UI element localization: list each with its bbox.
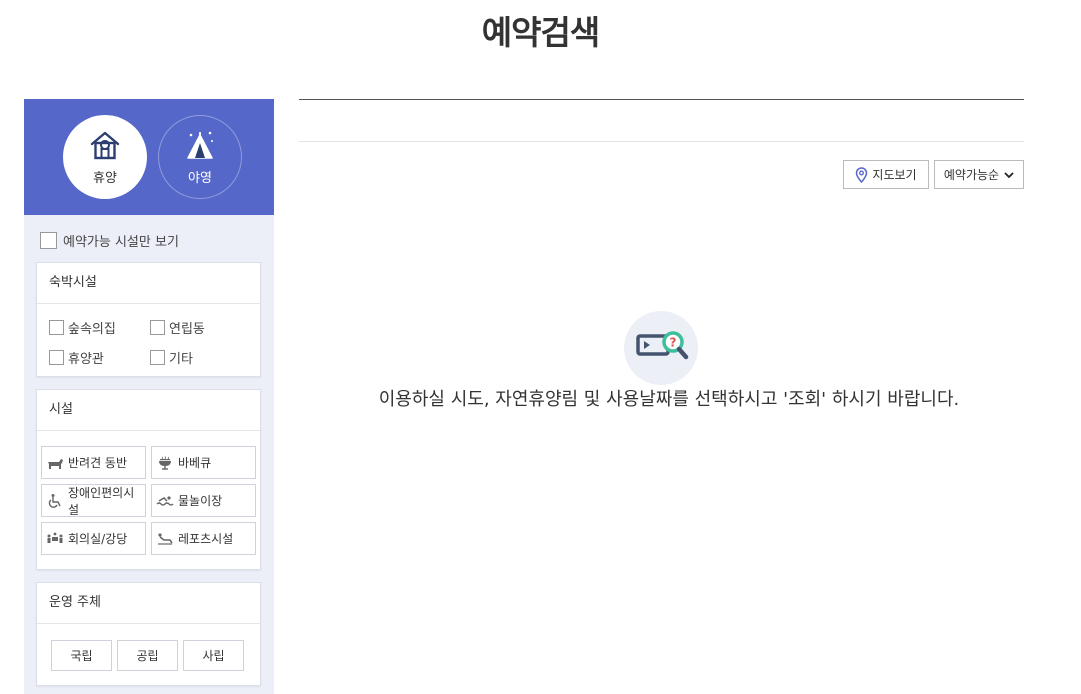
facility-sports-button[interactable]: 레포츠시설 — [151, 522, 256, 555]
meeting-icon — [47, 532, 63, 543]
map-pin-icon — [856, 166, 868, 183]
grill-icon — [159, 455, 171, 470]
facility-pet-button[interactable]: 반려견 동반 — [41, 446, 146, 479]
lodging-option[interactable]: 휴양관 — [49, 348, 104, 367]
sports-icon — [158, 532, 173, 545]
lodging-filter-panel: 숙박시설 숲속의집 연립동 휴양관 기타 — [36, 262, 261, 377]
facility-water-play-button[interactable]: 물놀이장 — [151, 484, 256, 517]
lodging-option-label: 기타 — [169, 352, 193, 367]
dog-icon — [47, 458, 63, 469]
map-view-button[interactable]: 지도보기 — [843, 160, 929, 189]
facility-accessible-button[interactable]: 장애인편의시설 — [41, 484, 146, 517]
house-icon — [90, 131, 120, 159]
lodging-option-label: 연립동 — [169, 322, 205, 337]
results-top-divider — [299, 99, 1024, 100]
available-only-toggle[interactable]: 예약가능 시설만 보기 — [40, 231, 179, 250]
operator-national-button[interactable]: 국립 — [51, 640, 112, 671]
lodging-checkbox[interactable] — [150, 350, 165, 365]
facility-bbq-button[interactable]: 바베큐 — [151, 446, 256, 479]
mode-switcher: 휴양 야영 — [24, 99, 274, 215]
lodging-option[interactable]: 기타 — [150, 348, 193, 367]
mode-camp-button[interactable]: 야영 — [158, 115, 242, 199]
facility-meeting-button[interactable]: 회의실/강당 — [41, 522, 146, 555]
lodging-checkbox[interactable] — [49, 320, 64, 335]
lodging-option-label: 휴양관 — [68, 352, 104, 367]
facility-filter-title: 시설 — [37, 390, 260, 431]
facility-label: 레포츠시설 — [178, 532, 234, 546]
operator-private-button[interactable]: 사립 — [183, 640, 244, 671]
operator-filter-title: 운영 주체 — [37, 583, 260, 624]
facility-label: 바베큐 — [178, 456, 212, 470]
page-title: 예약검색 — [481, 13, 600, 52]
lodging-filter-title: 숙박시설 — [37, 263, 260, 304]
lodging-option-label: 숲속의집 — [68, 322, 116, 337]
chevron-down-icon — [1004, 171, 1014, 178]
sort-order-value: 예약가능순 — [943, 168, 1000, 182]
mode-rest-button[interactable]: 휴양 — [63, 115, 147, 199]
swimming-icon — [156, 495, 174, 506]
search-help-icon: ? — [636, 331, 689, 360]
facility-label: 장애인편의시설 — [68, 485, 135, 517]
available-only-label: 예약가능 시설만 보기 — [63, 235, 179, 250]
lodging-checkbox[interactable] — [49, 350, 64, 365]
facility-filter-panel: 시설 반려견 동반 바베큐 장애인편의시설 물놀이장 회의실/강당 레포츠시설 — [36, 389, 261, 570]
mode-label: 휴양 — [93, 170, 117, 186]
filter-sidebar: 휴양 야영 예약가능 시설만 보기 숙박시설 숲속의집 연립동 휴양관 기타 시… — [24, 99, 274, 694]
empty-state-icon-wrap: ? — [624, 311, 698, 385]
operator-filter-panel: 운영 주체 국립 공립 사립 — [36, 582, 261, 686]
facility-label: 회의실/강당 — [68, 532, 128, 546]
mode-label: 야영 — [188, 170, 212, 186]
facility-label: 반려견 동반 — [68, 456, 128, 470]
available-only-checkbox[interactable] — [40, 232, 57, 249]
lodging-checkbox[interactable] — [150, 320, 165, 335]
sort-order-select[interactable]: 예약가능순 — [934, 160, 1024, 189]
lodging-option[interactable]: 숲속의집 — [49, 318, 116, 337]
facility-label: 물놀이장 — [178, 494, 223, 508]
tent-icon — [187, 131, 213, 159]
wheelchair-icon — [48, 493, 61, 508]
empty-state-message: 이용하실 시도, 자연휴양림 및 사용날짜를 선택하시고 '조회' 하시기 바랍… — [378, 389, 960, 410]
svg-text:?: ? — [670, 336, 677, 350]
results-header-divider — [299, 141, 1024, 142]
map-view-label: 지도보기 — [872, 168, 917, 182]
lodging-option[interactable]: 연립동 — [150, 318, 205, 337]
operator-public-button[interactable]: 공립 — [117, 640, 178, 671]
